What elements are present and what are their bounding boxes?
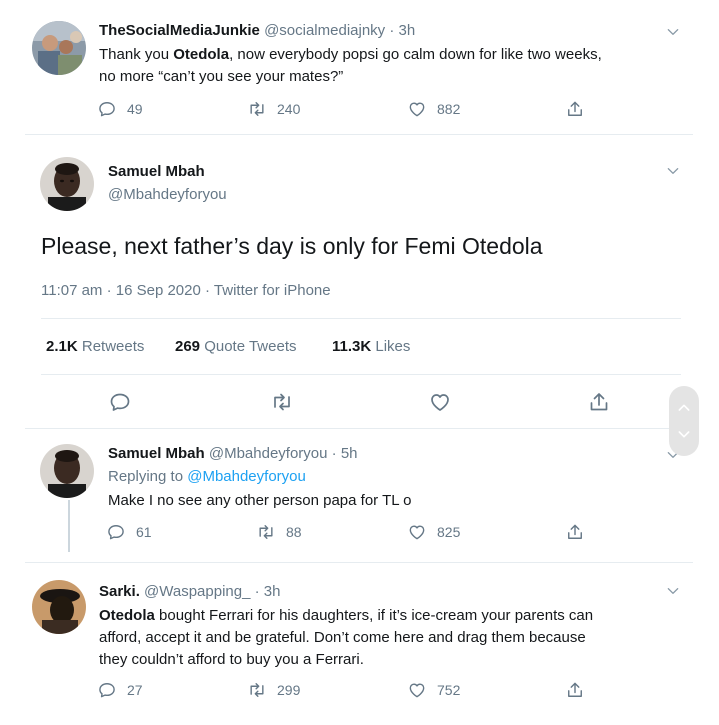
scroll-control[interactable]	[669, 386, 699, 456]
retweets-count: 2.1K	[46, 338, 78, 355]
reply-button[interactable]	[108, 390, 142, 414]
chevron-down-icon[interactable]	[665, 24, 681, 40]
handle[interactable]: @socialmediajnky	[264, 22, 385, 39]
reply-button[interactable]: 27	[97, 680, 143, 700]
reply-count: 49	[127, 101, 143, 117]
like-button[interactable]: 825	[407, 522, 460, 542]
handle[interactable]: @Waspapping_	[144, 583, 250, 600]
reply-button[interactable]: 49	[97, 99, 143, 119]
likes-label: Likes	[375, 338, 411, 355]
timestamp[interactable]: · 3h	[255, 583, 281, 600]
share-icon	[565, 522, 585, 542]
tweet-text-line1: Otedola bought Ferrari for his daughters…	[99, 607, 593, 624]
divider	[25, 134, 693, 135]
like-button[interactable]: 882	[407, 99, 460, 119]
avatar[interactable]	[32, 580, 86, 634]
retweet-count: 299	[277, 682, 301, 698]
divider	[25, 428, 693, 429]
mention-bold: Otedola	[173, 46, 230, 63]
share-icon	[565, 99, 585, 119]
retweet-icon	[270, 390, 294, 414]
replying-to: Replying to @Mbahdeyforyou	[108, 468, 306, 485]
mention-bold: Otedola	[99, 607, 155, 624]
display-name[interactable]: TheSocialMediaJunkie	[99, 22, 260, 39]
retweet-button[interactable]: 299	[247, 680, 300, 700]
heart-icon	[407, 522, 427, 542]
tweet-text: Make I no see any other person papa for …	[108, 492, 412, 509]
likes-stat[interactable]: 11.3K Likes	[332, 338, 410, 355]
reply-count: 61	[136, 524, 152, 540]
retweet-icon	[247, 680, 267, 700]
timeline-column: TheSocialMediaJunkie @socialmediajnky · …	[25, 0, 693, 725]
tweet-meta[interactable]: 11:07 am · 16 Sep 2020 · Twitter for iPh…	[41, 282, 331, 299]
chevron-up-icon[interactable]	[676, 400, 692, 416]
reply-button[interactable]: 61	[106, 522, 152, 542]
reply-count: 27	[127, 682, 143, 698]
reply-icon	[108, 390, 132, 414]
chevron-down-icon[interactable]	[665, 163, 681, 179]
share-button[interactable]	[565, 99, 595, 119]
timestamp[interactable]: · 3h	[389, 22, 415, 39]
heart-icon	[407, 99, 427, 119]
quote-tweets-stat[interactable]: 269 Quote Tweets	[175, 338, 296, 355]
share-button[interactable]	[587, 390, 621, 414]
handle[interactable]: @Mbahdeyforyou	[209, 445, 328, 462]
tweet-text-line3: they couldn’t afford to buy you a Ferrar…	[99, 651, 364, 668]
tweet-text-part: , now everybody popsi go calm down for l…	[229, 46, 602, 63]
avatar[interactable]	[40, 444, 94, 498]
quote-label: Quote Tweets	[204, 338, 297, 355]
retweet-button[interactable]: 240	[247, 99, 300, 119]
share-button[interactable]	[565, 522, 595, 542]
retweet-button[interactable]: 88	[256, 522, 302, 542]
replying-handle-link[interactable]: @Mbahdeyforyou	[187, 468, 306, 485]
timestamp[interactable]: · 5h	[332, 445, 358, 462]
retweets-label: Retweets	[81, 338, 145, 355]
main-tweet-text: Please, next father’s day is only for Fe…	[41, 233, 543, 259]
retweets-stat[interactable]: 2.1K Retweets	[46, 338, 144, 355]
divider	[41, 318, 681, 319]
share-button[interactable]	[565, 680, 595, 700]
retweet-icon	[256, 522, 276, 542]
chevron-down-icon[interactable]	[665, 583, 681, 599]
retweet-count: 88	[286, 524, 302, 540]
thread-line	[68, 500, 70, 552]
tweet-text-line2: afford, accept it and be grateful. Don’t…	[99, 629, 586, 646]
retweet-icon	[247, 99, 267, 119]
reply-icon	[106, 522, 126, 542]
display-name[interactable]: Samuel Mbah	[108, 445, 205, 462]
like-count: 752	[437, 682, 461, 698]
replying-label: Replying to	[108, 468, 184, 485]
like-count: 882	[437, 101, 461, 117]
tweet-text-part: Thank you	[99, 46, 174, 63]
display-name[interactable]: Samuel Mbah	[108, 163, 205, 180]
share-icon	[565, 680, 585, 700]
share-icon	[587, 390, 611, 414]
heart-icon	[428, 390, 452, 414]
avatar[interactable]	[32, 21, 86, 75]
divider	[41, 374, 681, 375]
like-button[interactable]: 752	[407, 680, 460, 700]
like-count: 825	[437, 524, 461, 540]
tweet-text-part: bought Ferrari for his daughters, if it’…	[154, 607, 594, 624]
retweet-button[interactable]	[270, 390, 304, 414]
heart-icon	[407, 680, 427, 700]
like-button[interactable]	[428, 390, 462, 414]
reply-icon	[97, 680, 117, 700]
handle[interactable]: @Mbahdeyforyou	[108, 186, 227, 203]
quote-count: 269	[175, 338, 201, 355]
tweet-text: Thank you Otedola, now everybody popsi g…	[99, 46, 602, 63]
avatar[interactable]	[40, 157, 94, 211]
likes-count: 11.3K	[332, 338, 372, 355]
reply-icon	[97, 99, 117, 119]
tweet-text-line2: no more “can’t you see your mates?”	[99, 68, 344, 85]
display-name[interactable]: Sarki.	[99, 583, 140, 600]
chevron-down-icon[interactable]	[676, 426, 692, 442]
retweet-count: 240	[277, 101, 301, 117]
divider	[25, 562, 693, 563]
